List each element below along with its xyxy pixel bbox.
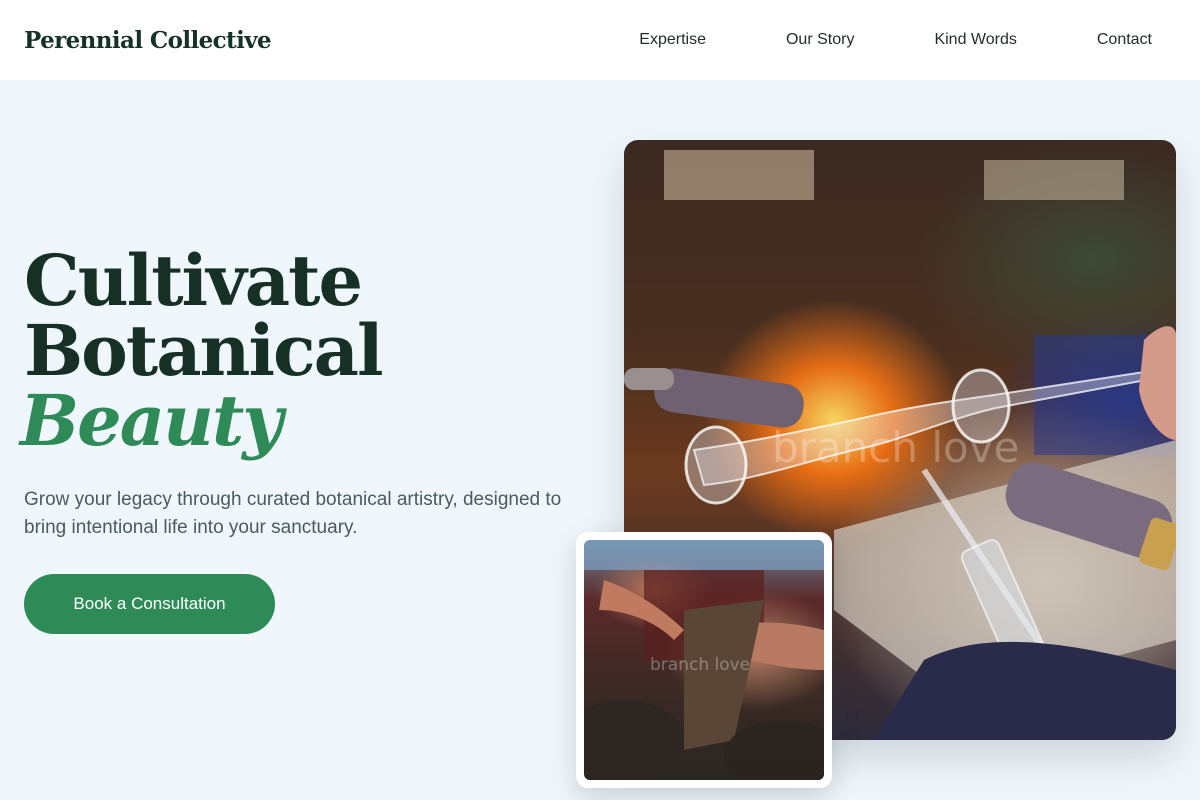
bg-shape xyxy=(984,160,1124,200)
hero-title-line-1: Cultivate xyxy=(24,239,363,322)
hero-subtitle: Grow your legacy through curated botanic… xyxy=(24,489,562,538)
main-nav: Expertise Our Story Kind Words Contact xyxy=(599,23,1176,57)
left-rod xyxy=(624,368,674,390)
inset-watermark: branch love xyxy=(650,655,750,675)
left-tool-handle xyxy=(654,368,804,428)
woodworking-illustration: branch love xyxy=(584,540,824,780)
hero-title-accent: Beauty xyxy=(20,379,283,462)
nav-link-expertise[interactable]: Expertise xyxy=(599,23,746,57)
shirt-stripes xyxy=(584,540,824,570)
brand-logo[interactable]: Perennial Collective xyxy=(24,27,272,54)
foreground-blur-2 xyxy=(724,720,824,780)
inset-photo-frame: branch love xyxy=(576,532,832,788)
foreground-blur xyxy=(584,700,684,780)
main-watermark: branch love xyxy=(772,423,1019,472)
hero-title-line-2: Botanical xyxy=(24,309,384,392)
nav-link-kind-words[interactable]: Kind Words xyxy=(894,23,1056,57)
hero-section: Cultivate Botanical Beauty xyxy=(20,239,584,456)
hero-title: Cultivate Botanical Beauty xyxy=(20,239,584,456)
bg-shape xyxy=(664,150,814,200)
nav-link-our-story[interactable]: Our Story xyxy=(746,23,894,57)
book-consultation-button[interactable]: Book a Consultation xyxy=(24,574,275,634)
site-header: Perennial Collective Expertise Our Story… xyxy=(0,0,1200,80)
glass-bulb-left xyxy=(684,425,748,505)
nav-link-contact[interactable]: Contact xyxy=(1057,23,1176,57)
woodworking-photo: branch love xyxy=(584,540,824,780)
